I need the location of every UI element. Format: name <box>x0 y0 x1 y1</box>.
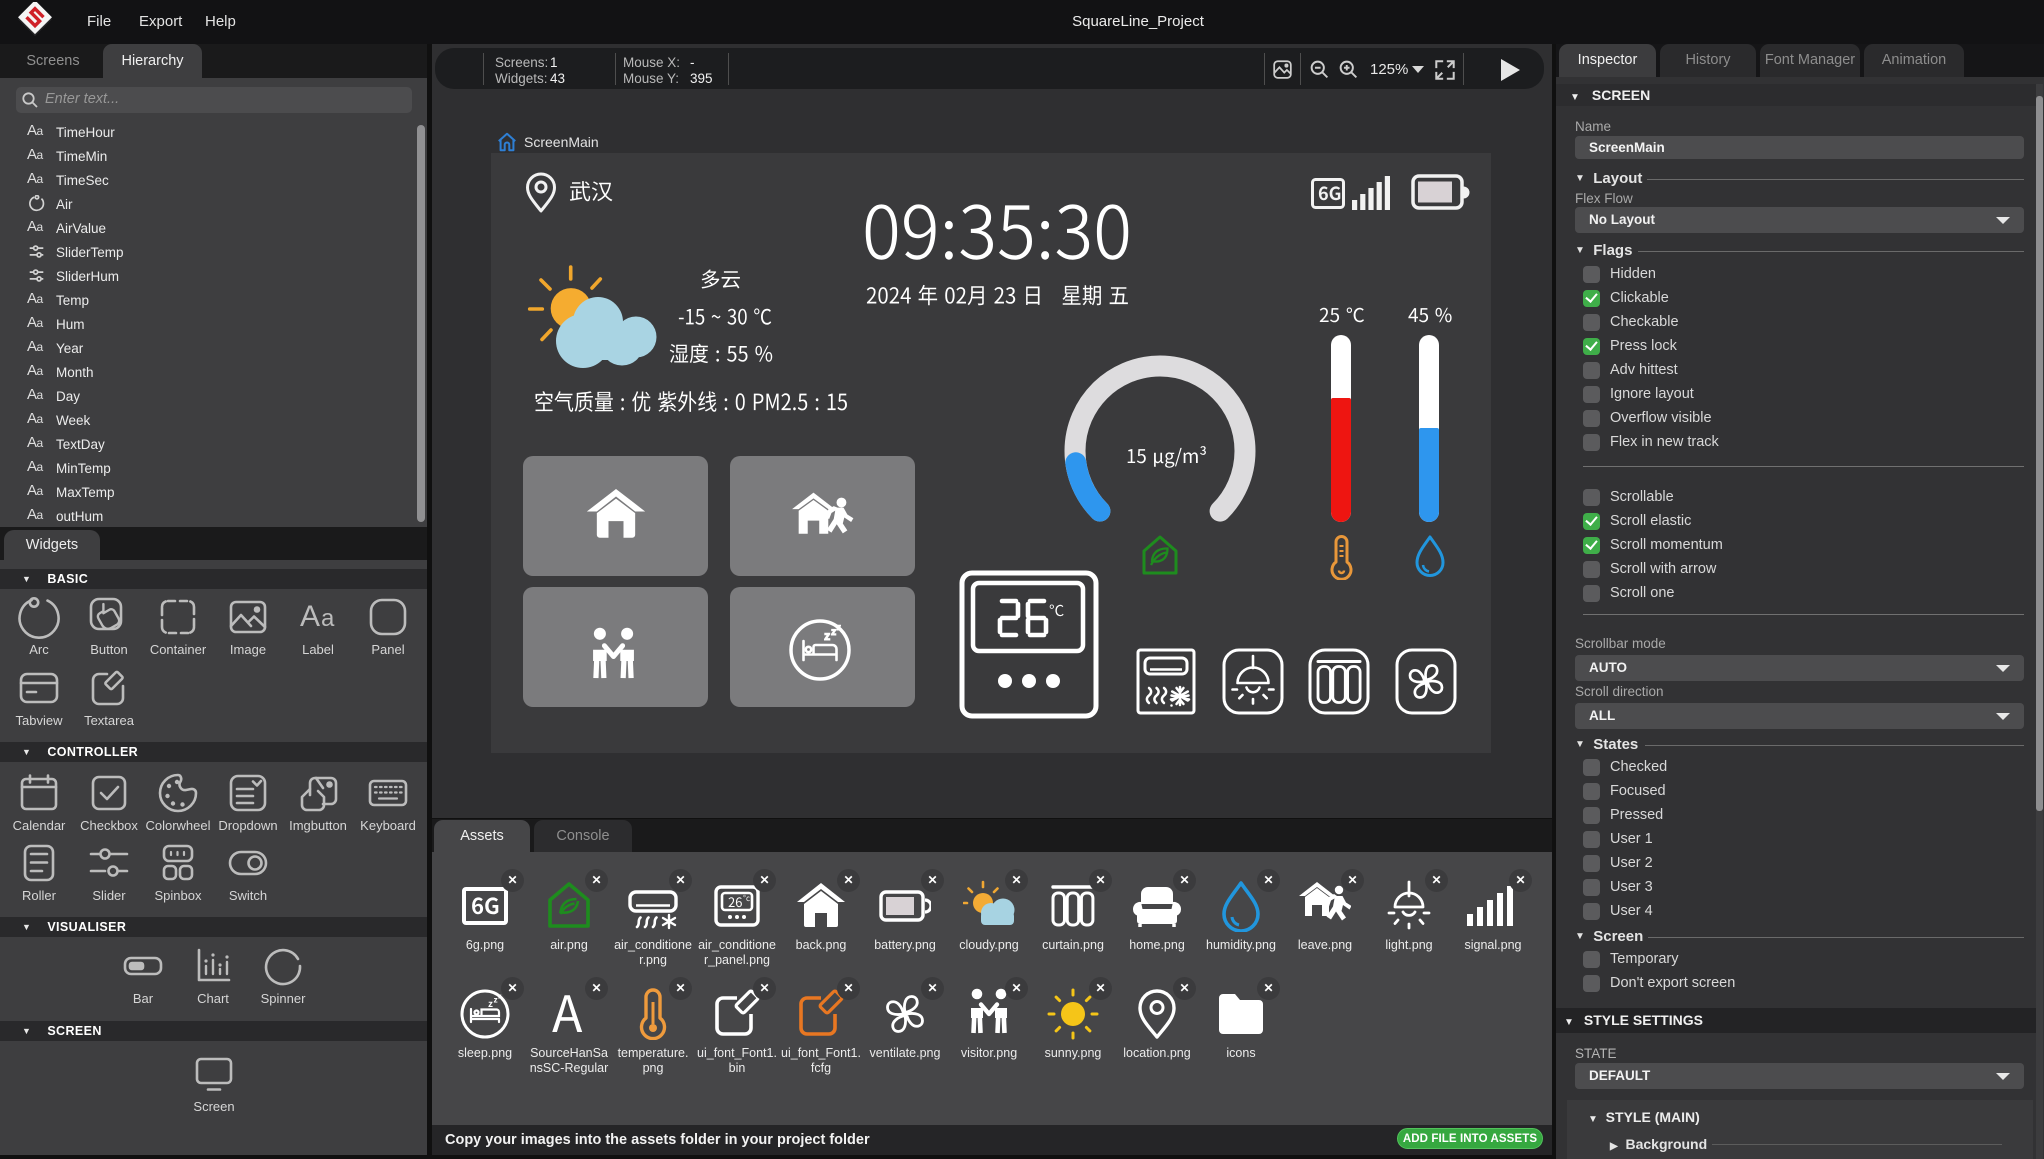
svg-text:A: A <box>300 600 320 633</box>
svg-text:a: a <box>321 605 335 632</box>
